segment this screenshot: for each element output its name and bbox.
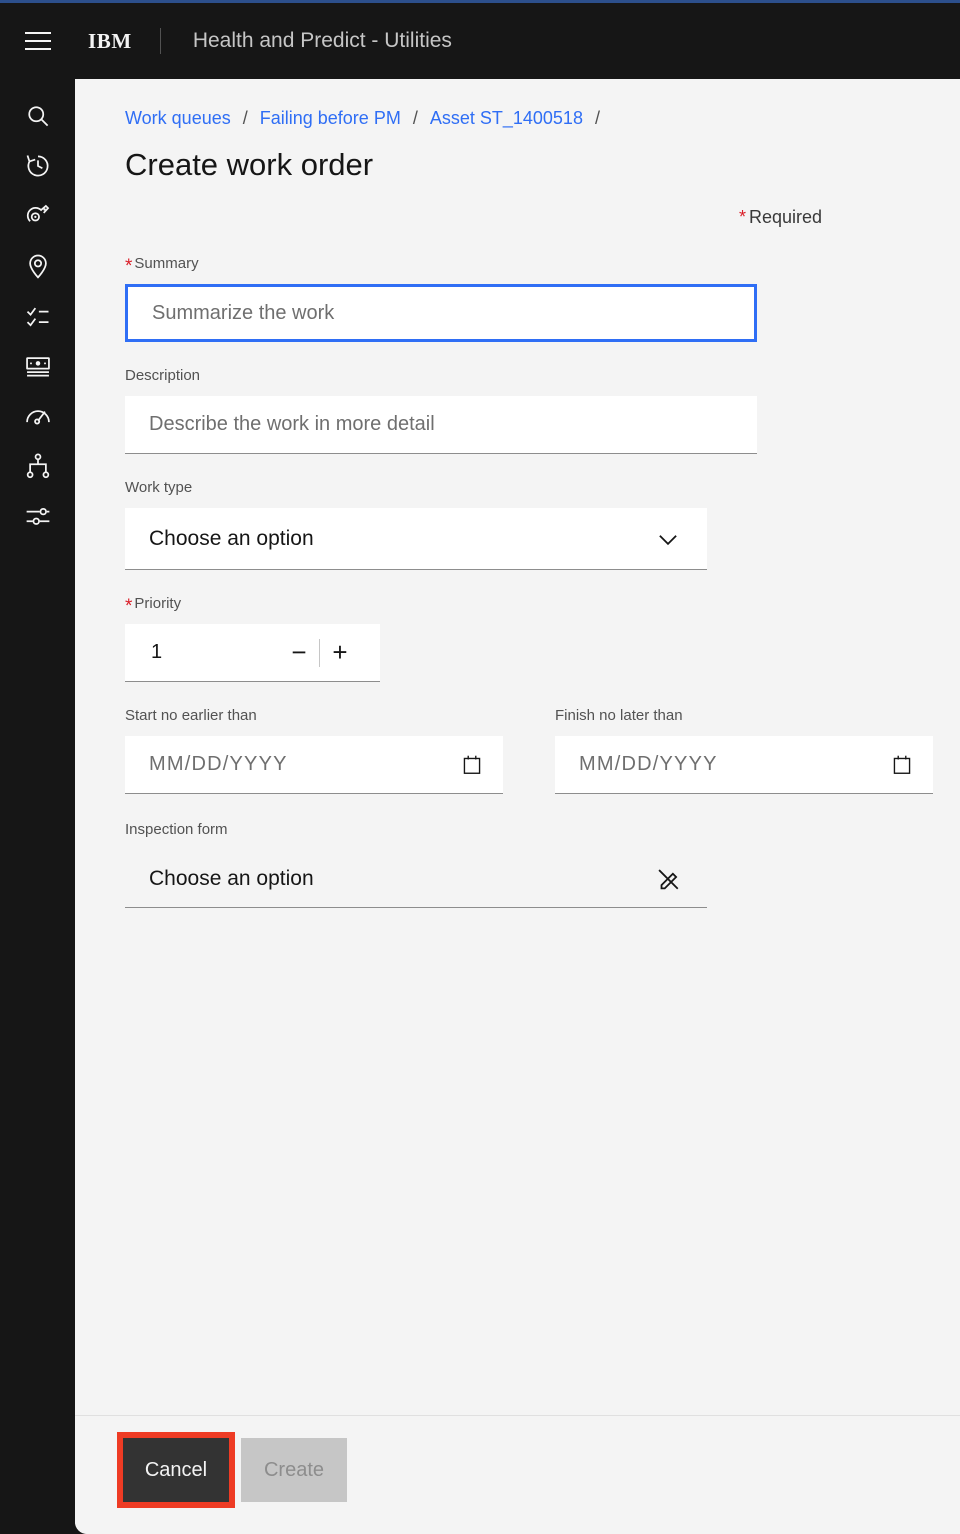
- sidebar-item-locations[interactable]: [0, 241, 75, 291]
- field-start-date: Start no earlier than MM/DD/YYYY: [125, 706, 503, 794]
- field-work-type: Work type Choose an option: [125, 478, 910, 570]
- chevron-down-icon[interactable]: [655, 526, 681, 552]
- app-title: Health and Predict - Utilities: [193, 29, 452, 53]
- finish-date-input[interactable]: MM/DD/YYYY: [555, 736, 933, 794]
- work-type-selected-value: Choose an option: [149, 527, 314, 551]
- breadcrumb-item-work-queues[interactable]: Work queues: [125, 105, 231, 131]
- breadcrumb-separator: /: [243, 105, 248, 131]
- required-legend: *Required: [125, 207, 910, 228]
- sliders-settings-icon: [24, 502, 52, 530]
- inspection-form-selected-value: Choose an option: [149, 867, 314, 891]
- field-summary: * Summary Summarize the work: [125, 254, 910, 342]
- sidebar-item-hierarchy[interactable]: [0, 441, 75, 491]
- calendar-icon[interactable]: [891, 754, 913, 776]
- label-text: Work type: [125, 478, 192, 498]
- priority-stepper[interactable]: 1 − +: [125, 624, 380, 682]
- global-header: IBM Health and Predict - Utilities: [0, 3, 960, 79]
- hamburger-line: [25, 32, 51, 34]
- label-text: Inspection form: [125, 820, 228, 840]
- field-label-description: Description: [125, 366, 910, 386]
- money-icon: [24, 352, 52, 380]
- application-window: IBM Health and Predict - Utilities: [0, 0, 960, 1534]
- asset-icon: [24, 202, 52, 230]
- priority-decrement-button[interactable]: −: [279, 624, 319, 682]
- field-inspection-form: Inspection form Choose an option: [125, 820, 910, 908]
- sidebar-item-assets[interactable]: [0, 191, 75, 241]
- priority-value[interactable]: 1: [151, 641, 279, 664]
- history-icon: [24, 152, 52, 180]
- field-label-summary: * Summary: [125, 254, 910, 274]
- search-icon: [24, 102, 52, 130]
- field-label-finish-date: Finish no later than: [555, 706, 933, 726]
- left-nav-rail: [0, 79, 75, 1534]
- sidebar-item-meters[interactable]: [0, 391, 75, 441]
- field-label-inspection-form: Inspection form: [125, 820, 910, 840]
- page-title: Create work order: [125, 145, 910, 185]
- footer-actions: Cancel Create: [75, 1416, 960, 1502]
- finish-date-placeholder: MM/DD/YYYY: [579, 753, 718, 776]
- cancel-button[interactable]: Cancel: [123, 1438, 229, 1502]
- location-pin-icon: [24, 252, 52, 280]
- breadcrumb-item-failing-before-pm[interactable]: Failing before PM: [260, 105, 401, 131]
- field-description: Description Describe the work in more de…: [125, 366, 910, 454]
- sidebar-item-settings[interactable]: [0, 491, 75, 541]
- calendar-icon[interactable]: [461, 754, 483, 776]
- gauge-meter-icon: [24, 402, 52, 430]
- start-date-input[interactable]: MM/DD/YYYY: [125, 736, 503, 794]
- form-footer: Cancel Create: [75, 1415, 960, 1534]
- required-asterisk: *: [739, 207, 746, 227]
- task-checklist-icon: [24, 302, 52, 330]
- label-text: Priority: [134, 594, 181, 614]
- summary-placeholder: Summarize the work: [152, 302, 334, 325]
- label-text: Summary: [134, 254, 198, 274]
- breadcrumb-separator: /: [413, 105, 418, 131]
- edit-off-icon: [655, 866, 681, 892]
- field-finish-date: Finish no later than MM/DD/YYYY: [555, 706, 933, 794]
- field-priority: * Priority 1 − +: [125, 594, 910, 682]
- field-label-work-type: Work type: [125, 478, 910, 498]
- create-button: Create: [241, 1438, 347, 1502]
- date-range-row: Start no earlier than MM/DD/YYYY: [125, 706, 910, 794]
- hamburger-menu-icon[interactable]: [14, 17, 62, 65]
- browser-accent-bar: [0, 0, 960, 3]
- form-content: Work queues / Failing before PM / Asset …: [75, 79, 960, 1415]
- sidebar-item-search[interactable]: [0, 91, 75, 141]
- label-text: Start no earlier than: [125, 706, 257, 726]
- breadcrumb-item-asset[interactable]: Asset ST_1400518: [430, 105, 583, 131]
- description-input[interactable]: Describe the work in more detail: [125, 396, 757, 454]
- sidebar-item-work-orders[interactable]: [0, 291, 75, 341]
- inspection-form-select: Choose an option: [125, 850, 707, 908]
- breadcrumb: Work queues / Failing before PM / Asset …: [125, 105, 910, 131]
- ibm-logo[interactable]: IBM: [88, 29, 132, 54]
- breadcrumb-separator-trailing: /: [595, 105, 600, 131]
- label-text: Description: [125, 366, 200, 386]
- hierarchy-icon: [24, 452, 52, 480]
- sidebar-item-inventory[interactable]: [0, 341, 75, 391]
- required-legend-text: Required: [749, 207, 822, 227]
- description-placeholder: Describe the work in more detail: [149, 413, 435, 436]
- field-label-priority: * Priority: [125, 594, 910, 614]
- hamburger-line: [25, 40, 51, 42]
- summary-input[interactable]: Summarize the work: [125, 284, 757, 342]
- priority-increment-button[interactable]: +: [320, 624, 360, 682]
- start-date-placeholder: MM/DD/YYYY: [149, 753, 288, 776]
- header-divider: [160, 28, 161, 54]
- required-asterisk: *: [125, 597, 132, 616]
- required-asterisk: *: [125, 257, 132, 276]
- sidebar-item-recently-viewed[interactable]: [0, 141, 75, 191]
- main-panel: Work queues / Failing before PM / Asset …: [75, 79, 960, 1534]
- hamburger-line: [25, 48, 51, 50]
- label-text: Finish no later than: [555, 706, 683, 726]
- work-type-select[interactable]: Choose an option: [125, 508, 707, 570]
- field-label-start-date: Start no earlier than: [125, 706, 503, 726]
